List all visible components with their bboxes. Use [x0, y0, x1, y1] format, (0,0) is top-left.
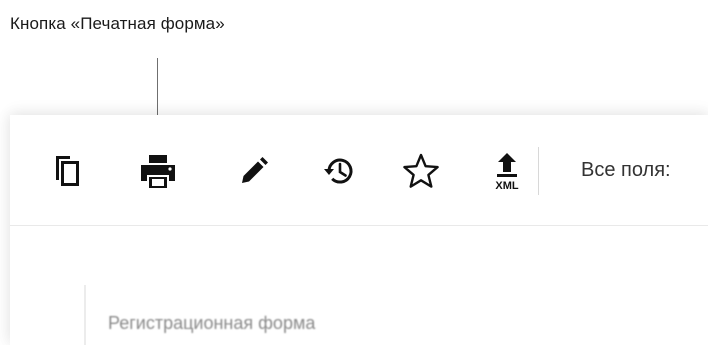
form-section: Регистрационная форма [84, 285, 686, 345]
all-fields-label: Все поля: [581, 159, 671, 181]
export-xml-button[interactable]: XML [486, 150, 528, 192]
toolbar: XML Все поля: [10, 115, 708, 226]
form-title: Регистрационная форма [108, 313, 316, 333]
favorite-button[interactable] [400, 150, 442, 192]
edit-button[interactable] [233, 150, 275, 192]
pencil-icon [238, 155, 270, 187]
history-button[interactable] [318, 150, 360, 192]
print-form-button[interactable] [137, 150, 179, 192]
copy-icon [52, 154, 82, 188]
toolbar-separator [538, 147, 539, 195]
history-icon [322, 154, 356, 188]
export-xml-icon: XML [490, 151, 524, 191]
printer-icon [138, 153, 178, 189]
copy-button[interactable] [46, 150, 88, 192]
star-icon [401, 152, 441, 190]
annotation-caption: Кнопка «Печатная форма» [10, 14, 225, 33]
content-panel: XML Все поля: Регистрационная форма [10, 115, 708, 345]
export-xml-label: XML [495, 180, 519, 191]
